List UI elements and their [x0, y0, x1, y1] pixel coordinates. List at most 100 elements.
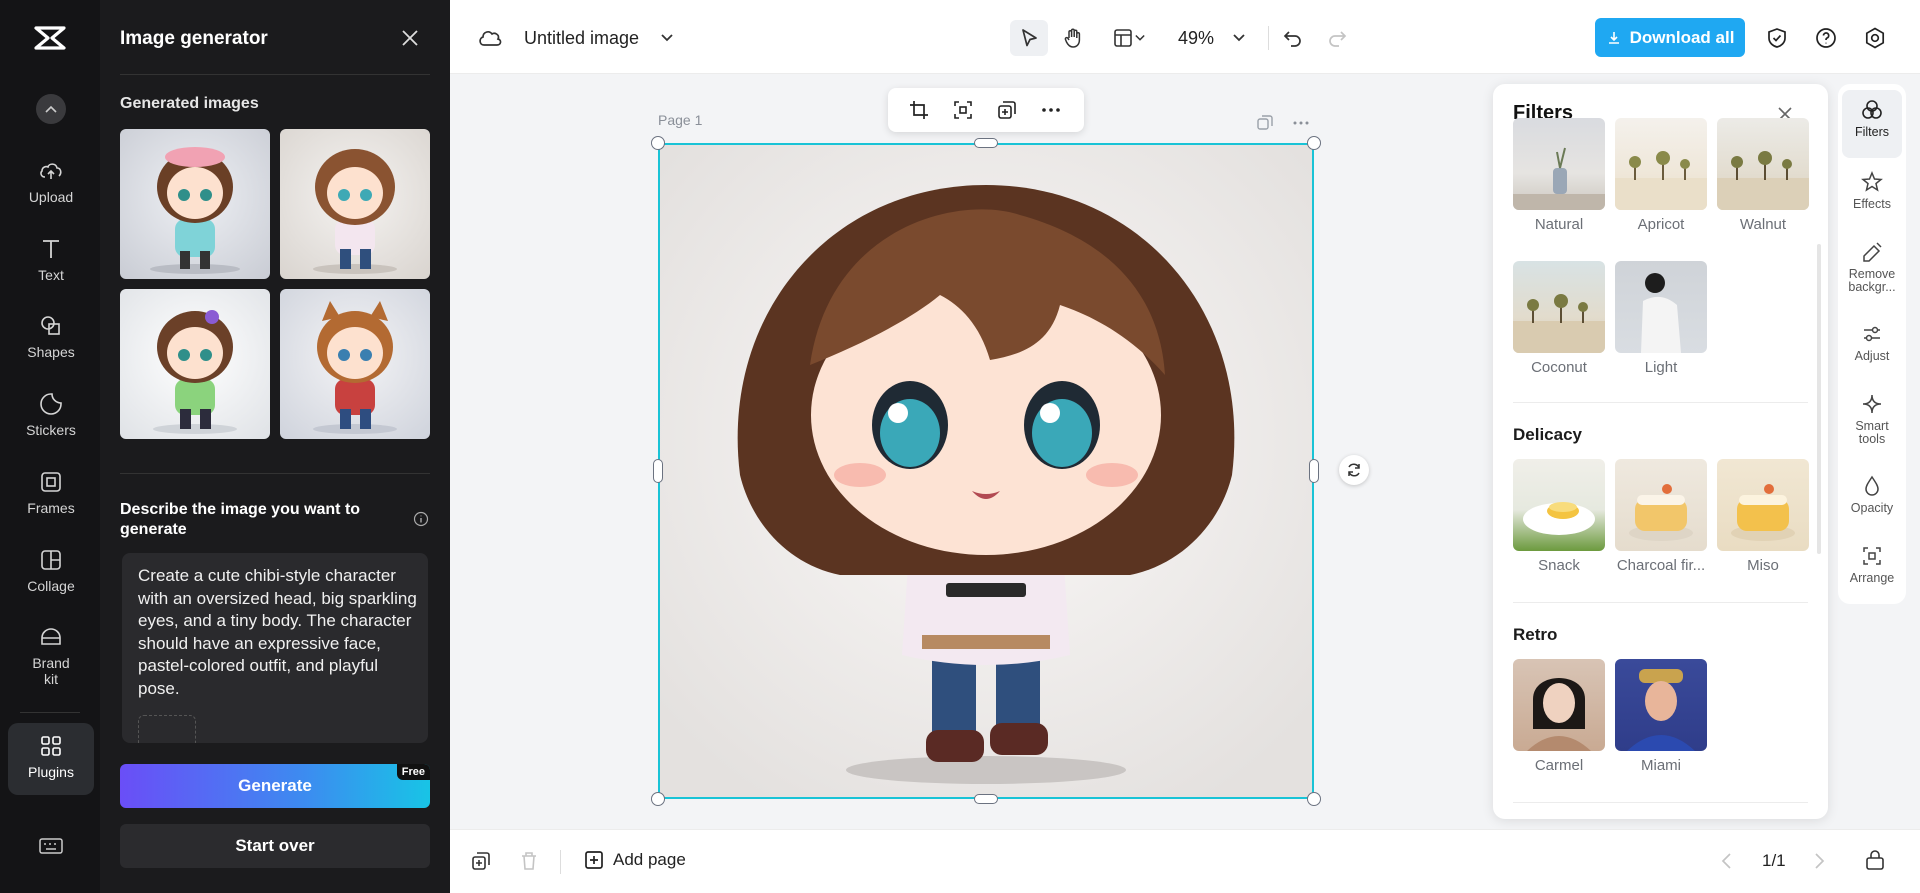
redo-icon[interactable]	[1326, 26, 1350, 50]
canvas-image[interactable]	[658, 143, 1314, 799]
rail-item-stickers[interactable]: Stickers	[8, 391, 94, 438]
resize-handle-top-right[interactable]	[1307, 136, 1321, 150]
rotate-icon	[1348, 463, 1360, 477]
chevron-down-icon[interactable]	[660, 32, 674, 44]
filters-scrollbar[interactable]	[1817, 244, 1821, 554]
brand-kit-icon	[41, 628, 61, 645]
filter-natural[interactable]: Natural	[1513, 118, 1605, 233]
rail-label-effects: Effects	[1853, 197, 1891, 211]
undo-icon[interactable]	[1280, 26, 1304, 50]
divider	[120, 473, 430, 474]
filter-miso[interactable]: Miso	[1717, 459, 1809, 574]
chevron-down-icon	[1135, 34, 1145, 41]
cloud-icon[interactable]	[477, 27, 503, 49]
filter-label: Carmel	[1534, 757, 1584, 774]
more-icon[interactable]	[1040, 99, 1062, 121]
add-page-button[interactable]: Add page	[583, 849, 686, 871]
prompt-textarea[interactable]: Create a cute chibi-style character with…	[122, 553, 428, 743]
duplicate-icon[interactable]	[996, 99, 1018, 121]
chevron-right-icon[interactable]	[1808, 850, 1830, 872]
resize-handle-bottom-right[interactable]	[1307, 792, 1321, 806]
layout-menu-button[interactable]	[1104, 20, 1154, 56]
document-title[interactable]: Untitled image	[524, 28, 639, 49]
rotate-handle[interactable]	[1339, 455, 1369, 485]
resize-handle-left[interactable]	[653, 459, 663, 483]
rail-label-upload: Upload	[28, 189, 74, 205]
rail-item-upload[interactable]: Upload	[8, 158, 94, 205]
rail-item-adjust[interactable]: Adjust	[1842, 322, 1902, 363]
rail-label-frames: Frames	[27, 500, 75, 516]
rail-item-text[interactable]: Text	[8, 236, 94, 283]
shield-check-icon[interactable]	[1765, 26, 1789, 50]
page-label: Page 1	[658, 112, 703, 128]
rail-item-opacity[interactable]: Opacity	[1842, 474, 1902, 515]
duplicate-page-icon[interactable]	[470, 850, 492, 872]
select-tool-button[interactable]	[1010, 20, 1048, 56]
resize-handle-top-left[interactable]	[651, 136, 665, 150]
filter-snack[interactable]: Snack	[1513, 459, 1605, 574]
divider	[1268, 26, 1269, 50]
droplet-icon	[1865, 475, 1879, 496]
filter-charcoal-fir[interactable]: Charcoal fir...	[1615, 459, 1707, 574]
rail-item-brand-kit[interactable]: Brand kit	[8, 624, 94, 687]
shapes-icon	[41, 316, 60, 335]
resize-handle-top[interactable]	[974, 138, 998, 148]
gear-icon[interactable]	[1863, 26, 1887, 50]
filters-panel: Filters Natural Apricot Walnut Coconut L…	[1493, 84, 1828, 819]
filter-miami[interactable]: Miami	[1615, 659, 1707, 774]
chevron-left-icon[interactable]	[1716, 850, 1738, 872]
add-page-label: Add page	[613, 850, 686, 869]
filter-carmel[interactable]: Carmel	[1513, 659, 1605, 774]
generated-image-1[interactable]	[120, 129, 270, 279]
rail-item-filters[interactable]: Filters	[1842, 90, 1902, 158]
smart-cutout-icon[interactable]	[952, 99, 974, 121]
rail-item-frames[interactable]: Frames	[8, 469, 94, 516]
rail-item-plugins[interactable]: Plugins	[8, 723, 94, 795]
filter-light[interactable]: Light	[1615, 261, 1707, 376]
generated-image-3[interactable]	[120, 289, 270, 439]
filter-label: Light	[1644, 359, 1678, 376]
download-all-button[interactable]: Download all	[1595, 18, 1745, 57]
woman-portrait-image	[1641, 273, 1681, 353]
keyboard-icon[interactable]	[38, 836, 64, 856]
cake-image	[1731, 484, 1795, 541]
rail-label-smart-tools: Smart tools	[1855, 419, 1889, 446]
page-more-icon[interactable]	[1292, 114, 1310, 132]
rail-item-shapes[interactable]: Shapes	[8, 313, 94, 360]
resize-handle-right[interactable]	[1309, 459, 1319, 483]
generated-image-4[interactable]	[280, 289, 430, 439]
filter-label: Snack	[1538, 557, 1580, 574]
filter-walnut[interactable]: Walnut	[1717, 118, 1809, 233]
capcut-logo-icon[interactable]	[32, 22, 68, 54]
start-over-button[interactable]: Start over	[120, 824, 430, 868]
zoom-chevron-down-icon[interactable]	[1232, 32, 1246, 44]
divider	[1513, 402, 1808, 403]
generate-button[interactable]: Generate Free	[120, 764, 430, 808]
trash-icon[interactable]	[518, 850, 540, 872]
zoom-level[interactable]: 49%	[1178, 28, 1214, 49]
rail-item-effects[interactable]: Effects	[1842, 170, 1902, 211]
generated-image-2[interactable]	[280, 129, 430, 279]
page-copy-icon[interactable]	[1256, 114, 1274, 132]
filter-coconut[interactable]: Coconut	[1513, 261, 1605, 376]
resize-handle-bottom-left[interactable]	[651, 792, 665, 806]
rail-item-collage[interactable]: Collage	[8, 547, 94, 594]
rail-item-remove-background[interactable]: Remove backgr...	[1842, 240, 1902, 294]
resize-handle-bottom[interactable]	[974, 794, 998, 804]
add-page-icon	[585, 851, 603, 869]
close-icon[interactable]	[400, 28, 420, 48]
help-icon[interactable]	[1814, 26, 1838, 50]
collapse-up-button[interactable]	[36, 94, 66, 124]
expand-panel-icon[interactable]	[1864, 850, 1886, 872]
chibi-girl-pink-beret-image	[150, 147, 240, 274]
info-icon[interactable]	[413, 511, 429, 527]
pancake-plate-image	[1523, 502, 1595, 535]
rail-item-smart-tools[interactable]: Smart tools	[1842, 392, 1902, 446]
filter-apricot[interactable]: Apricot	[1615, 118, 1707, 233]
rail-item-arrange[interactable]: Arrange	[1842, 544, 1902, 585]
prompt-text: Create a cute chibi-style character with…	[138, 566, 417, 698]
hand-tool-button[interactable]	[1054, 20, 1092, 56]
attach-image-button[interactable]	[138, 715, 196, 743]
crop-icon[interactable]	[908, 99, 930, 121]
arrange-icon	[1863, 547, 1881, 565]
